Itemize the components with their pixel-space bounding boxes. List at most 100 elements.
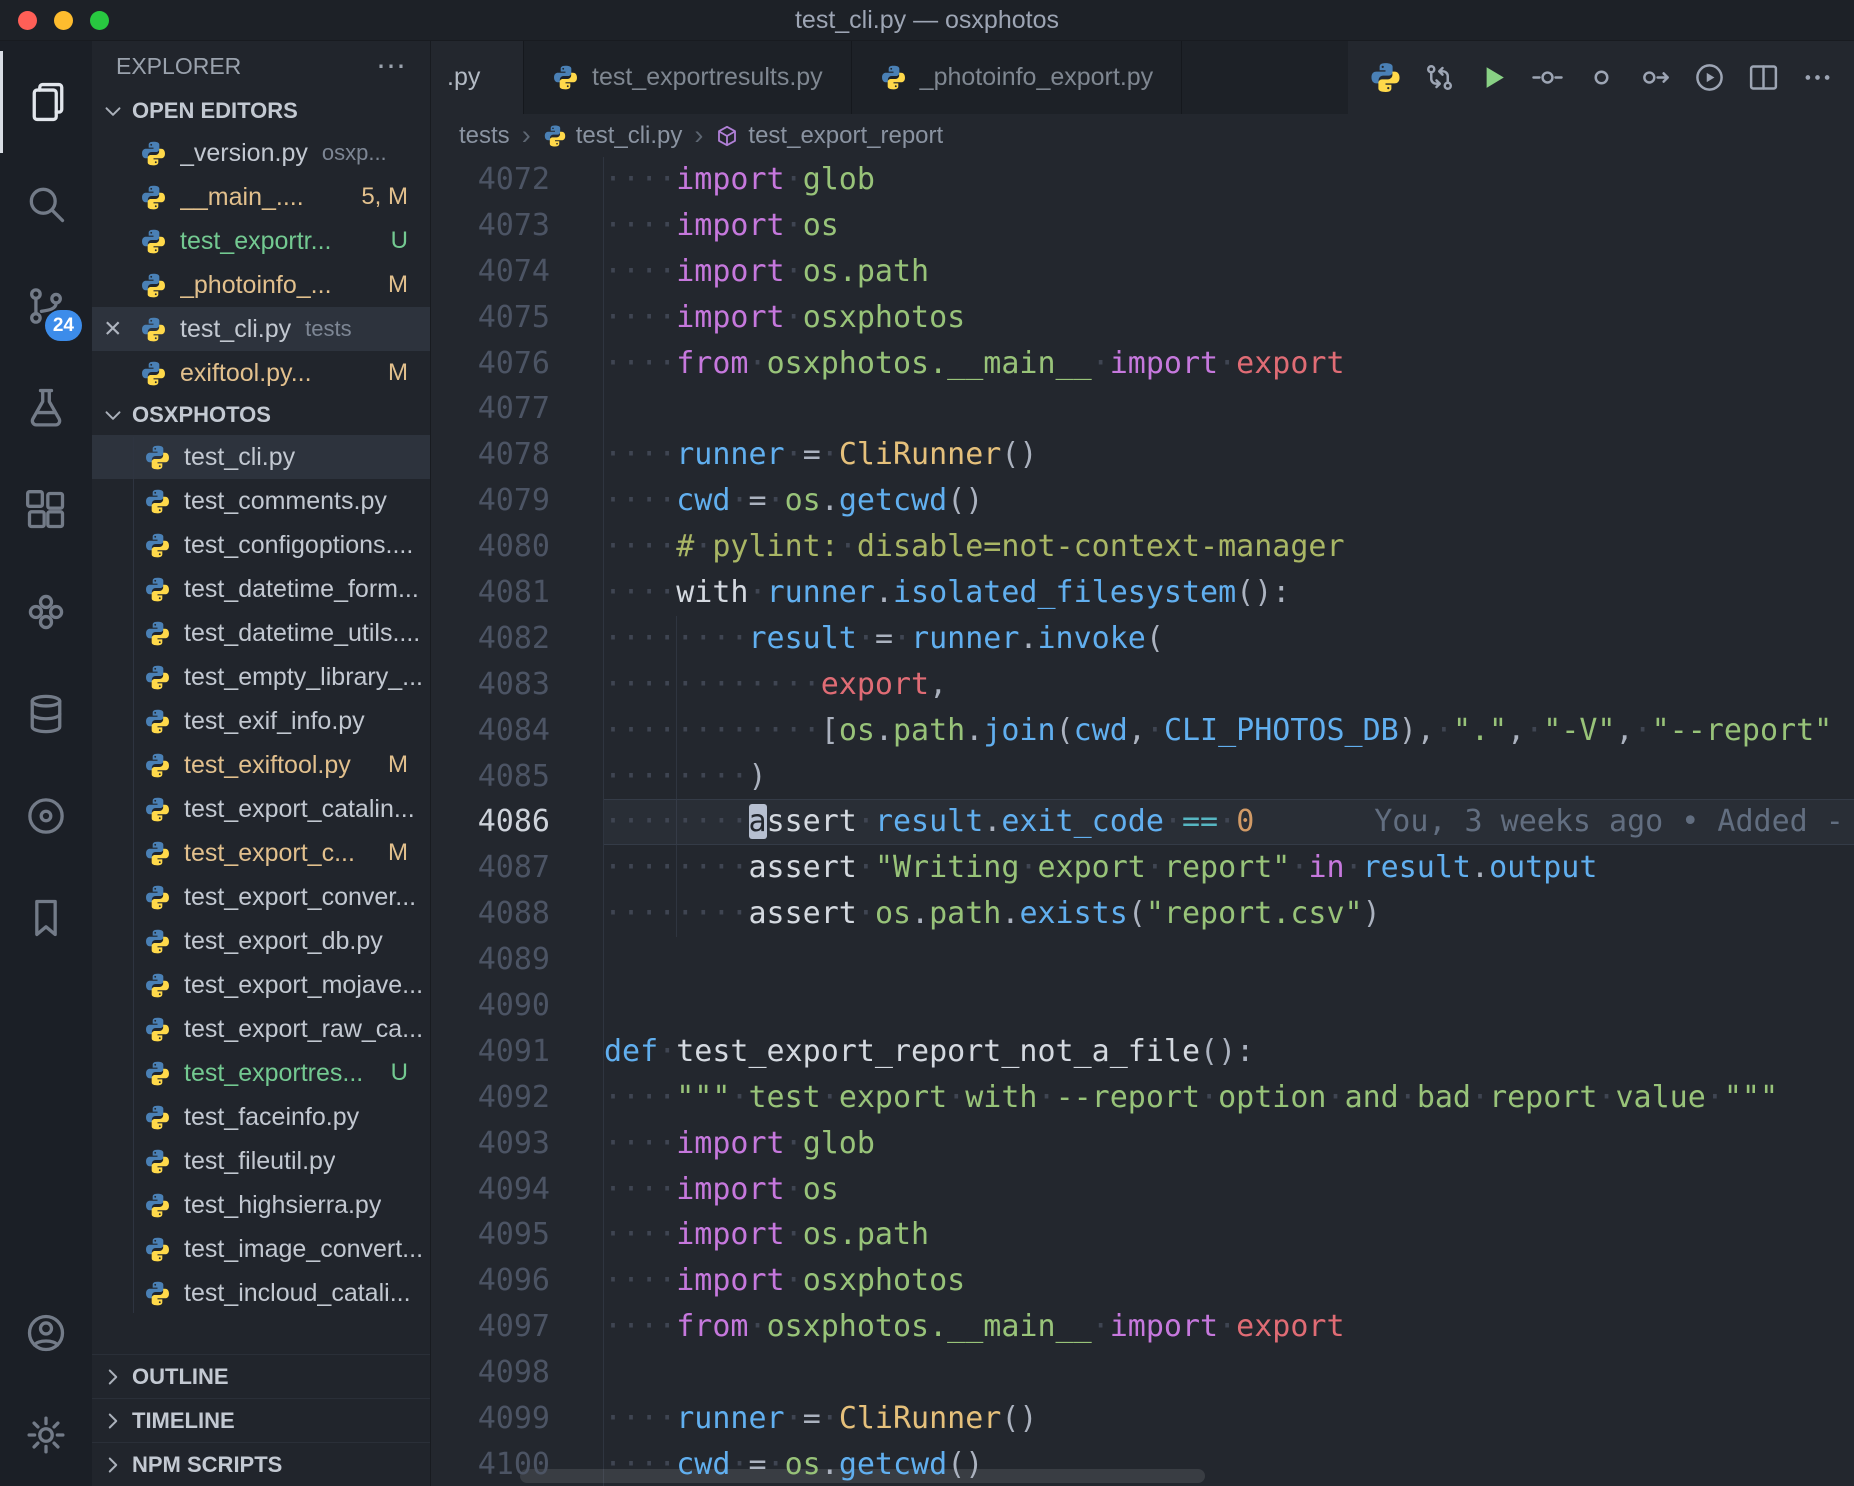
code-line[interactable]: 4072····import·glob: [431, 157, 1854, 203]
file-tree-item[interactable]: test_export_catalin...: [92, 787, 430, 831]
open-editors-section-header[interactable]: OPEN EDITORS: [92, 91, 430, 131]
close-window-button[interactable]: [18, 11, 37, 30]
breadcrumb-item[interactable]: tests: [459, 122, 510, 150]
code-line[interactable]: 4082········result·=·runner.invoke(: [431, 616, 1854, 662]
line-number[interactable]: 4076: [431, 341, 604, 387]
code-line[interactable]: 4073····import·os: [431, 203, 1854, 249]
line-number[interactable]: 4094: [431, 1167, 604, 1213]
file-tree-item[interactable]: test_fileutil.py: [92, 1139, 430, 1183]
file-tree-item[interactable]: test_image_convert...: [92, 1227, 430, 1271]
code-line[interactable]: 4075····import·osxphotos: [431, 295, 1854, 341]
sidebar-section-npm-scripts[interactable]: NPM SCRIPTS: [92, 1442, 430, 1486]
line-number[interactable]: 4081: [431, 570, 604, 616]
python-logo-icon[interactable]: [1358, 41, 1412, 114]
code-line[interactable]: 4093····import·glob: [431, 1121, 1854, 1167]
test-flask-icon[interactable]: [0, 357, 92, 459]
code-line[interactable]: 4089: [431, 937, 1854, 983]
disc-icon[interactable]: [0, 765, 92, 867]
file-tree-item[interactable]: test_export_conver...: [92, 875, 430, 919]
code-line[interactable]: 4078····runner·=·CliRunner(): [431, 432, 1854, 478]
split-editor-icon[interactable]: [1736, 41, 1790, 114]
file-tree-item[interactable]: test_datetime_utils....: [92, 611, 430, 655]
maximize-window-button[interactable]: [90, 11, 109, 30]
code-line[interactable]: 4077: [431, 386, 1854, 432]
database-icon[interactable]: [0, 663, 92, 765]
file-tree-item[interactable]: test_configoptions....: [92, 523, 430, 567]
run-to-line-icon[interactable]: [1628, 41, 1682, 114]
open-editor-item[interactable]: _version.pyosxp...: [92, 131, 430, 175]
account-icon[interactable]: [0, 1282, 92, 1384]
code-line[interactable]: 4084············[os.path.join(cwd,·CLI_P…: [431, 708, 1854, 754]
line-number[interactable]: 4078: [431, 432, 604, 478]
flower-icon[interactable]: [0, 561, 92, 663]
editor-tab[interactable]: .py: [431, 41, 524, 114]
file-tree-item[interactable]: test_exportres...U: [92, 1051, 430, 1095]
sidebar-section-timeline[interactable]: TIMELINE: [92, 1398, 430, 1442]
circled-play-icon[interactable]: [1682, 41, 1736, 114]
open-editor-item[interactable]: exiftool.py...M: [92, 351, 430, 395]
files-icon[interactable]: [0, 51, 92, 153]
open-editor-item[interactable]: __main_....5, M: [92, 175, 430, 219]
line-number[interactable]: 4097: [431, 1304, 604, 1350]
code-line[interactable]: 4092····"""·test·export·with·--report·op…: [431, 1075, 1854, 1121]
file-tree-item[interactable]: test_datetime_form...: [92, 567, 430, 611]
line-number[interactable]: 4090: [431, 983, 604, 1029]
breadcrumb-item[interactable]: test_export_report: [715, 122, 943, 150]
code-line[interactable]: 4086········assert·result.exit_code·==·0…: [431, 799, 1854, 845]
code-line[interactable]: 4074····import·os.path: [431, 249, 1854, 295]
code-line[interactable]: 4098: [431, 1350, 1854, 1396]
file-tree-item[interactable]: test_export_mojave...: [92, 963, 430, 1007]
line-number[interactable]: 4089: [431, 937, 604, 983]
file-tree-item[interactable]: test_export_raw_ca...: [92, 1007, 430, 1051]
source-control-icon[interactable]: 24: [0, 255, 92, 357]
file-tree-item[interactable]: test_export_c...M: [92, 831, 430, 875]
code-line[interactable]: 4088········assert·os.path.exists("repor…: [431, 891, 1854, 937]
file-tree-item[interactable]: test_comments.py: [92, 479, 430, 523]
search-icon[interactable]: [0, 153, 92, 255]
code-line[interactable]: 4097····from·osxphotos.__main__·import·e…: [431, 1304, 1854, 1350]
line-number[interactable]: 4095: [431, 1212, 604, 1258]
extensions-icon[interactable]: [0, 459, 92, 561]
line-number[interactable]: 4074: [431, 249, 604, 295]
line-number[interactable]: 4073: [431, 203, 604, 249]
breadcrumb-item[interactable]: test_cli.py: [543, 122, 683, 150]
line-number[interactable]: 4087: [431, 845, 604, 891]
code-line[interactable]: 4083············export,: [431, 662, 1854, 708]
file-tree-item[interactable]: test_empty_library_...: [92, 655, 430, 699]
minimize-window-button[interactable]: [54, 11, 73, 30]
circle-icon[interactable]: [1574, 41, 1628, 114]
line-number[interactable]: 4075: [431, 295, 604, 341]
bookmark-icon[interactable]: [0, 867, 92, 969]
code-line[interactable]: 4094····import·os: [431, 1167, 1854, 1213]
project-section-header[interactable]: OSXPHOTOS: [92, 395, 430, 435]
file-tree-item[interactable]: test_exif_info.py: [92, 699, 430, 743]
line-number[interactable]: 4088: [431, 891, 604, 937]
code-line[interactable]: 4076····from·osxphotos.__main__·import·e…: [431, 341, 1854, 387]
compare-changes-icon[interactable]: [1412, 41, 1466, 114]
more-actions-icon[interactable]: ⋯: [376, 59, 408, 74]
run-icon[interactable]: [1466, 41, 1520, 114]
file-tree-item[interactable]: test_faceinfo.py: [92, 1095, 430, 1139]
file-tree-item[interactable]: test_export_db.py: [92, 919, 430, 963]
open-editor-item[interactable]: _photoinfo_...M: [92, 263, 430, 307]
line-number[interactable]: 4083: [431, 662, 604, 708]
line-number[interactable]: 4085: [431, 754, 604, 800]
line-number[interactable]: 4100: [431, 1442, 604, 1486]
line-number[interactable]: 4086: [431, 799, 604, 845]
file-tree-item[interactable]: test_incloud_catali...: [92, 1271, 430, 1315]
line-number[interactable]: 4079: [431, 478, 604, 524]
line-number[interactable]: 4093: [431, 1121, 604, 1167]
open-editor-item[interactable]: test_exportr...U: [92, 219, 430, 263]
line-number[interactable]: 4092: [431, 1075, 604, 1121]
code-line[interactable]: 4096····import·osxphotos: [431, 1258, 1854, 1304]
line-number[interactable]: 4096: [431, 1258, 604, 1304]
code-line[interactable]: 4087········assert·"Writing·export·repor…: [431, 845, 1854, 891]
file-tree-item[interactable]: test_exiftool.pyM: [92, 743, 430, 787]
line-number[interactable]: 4091: [431, 1029, 604, 1075]
file-tree-item[interactable]: test_highsierra.py: [92, 1183, 430, 1227]
code-line[interactable]: 4100····cwd·=·os.getcwd(): [431, 1442, 1854, 1486]
line-number[interactable]: 4082: [431, 616, 604, 662]
editor-tab[interactable]: _photoinfo_export.py: [852, 41, 1183, 114]
line-number[interactable]: 4077: [431, 386, 604, 432]
code-line[interactable]: 4091def·test_export_report_not_a_file():: [431, 1029, 1854, 1075]
